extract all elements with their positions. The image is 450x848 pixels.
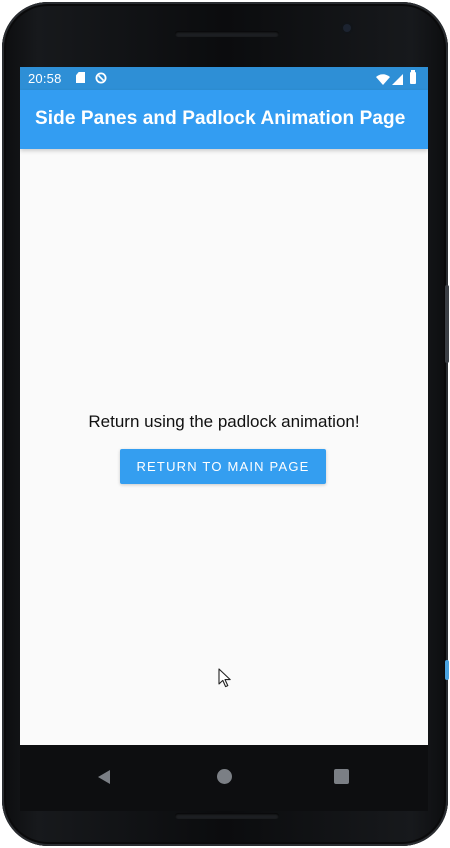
- top-speaker: [175, 31, 279, 37]
- status-time: 20:58: [28, 71, 62, 86]
- instruction-text: Return using the padlock animation!: [88, 412, 360, 431]
- recents-icon[interactable]: [334, 769, 349, 784]
- sd-card-icon: [76, 72, 85, 83]
- page-title: Side Panes and Padlock Animation Page: [35, 108, 406, 129]
- wifi-icon: [376, 73, 390, 85]
- power-button: [445, 660, 449, 680]
- signal-icon: [392, 73, 403, 85]
- front-camera: [343, 24, 351, 32]
- home-icon[interactable]: [217, 769, 232, 784]
- app-bar: Side Panes and Padlock Animation Page: [20, 90, 428, 149]
- main-content: Return using the padlock animation! RETU…: [20, 149, 428, 745]
- back-icon[interactable]: [97, 769, 111, 785]
- return-to-main-page-button[interactable]: RETURN TO MAIN PAGE: [120, 449, 326, 484]
- sync-icon: [95, 72, 107, 84]
- bottom-speaker: [175, 813, 279, 819]
- system-nav-bar: [20, 745, 428, 811]
- device-screen: 20:58 Side Panes and Padlock Animation P…: [20, 67, 428, 811]
- stage: 20:58 Side Panes and Padlock Animation P…: [0, 0, 450, 848]
- volume-button: [445, 285, 449, 363]
- status-bar: 20:58: [20, 67, 428, 90]
- battery-icon: [410, 70, 416, 84]
- mouse-cursor-icon: [218, 668, 232, 688]
